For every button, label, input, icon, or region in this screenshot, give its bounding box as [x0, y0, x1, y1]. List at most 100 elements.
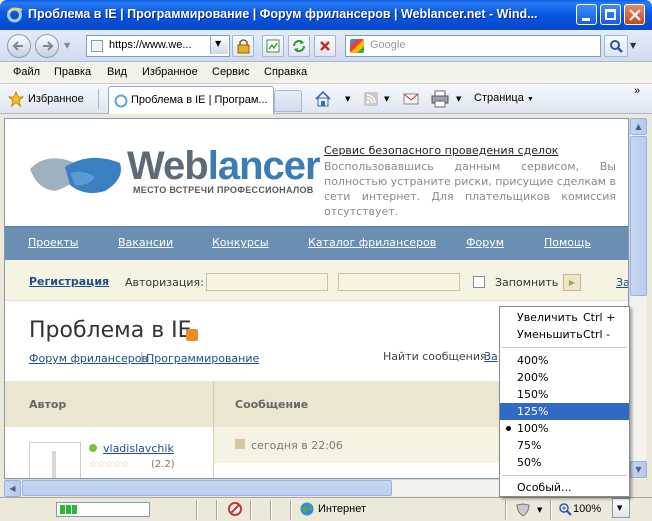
chevron-down-icon: ▼: [215, 39, 222, 48]
home-button[interactable]: [314, 90, 332, 111]
zoom-level-item-current[interactable]: 100%: [500, 420, 629, 437]
forgot-link[interactable]: За: [616, 276, 628, 289]
popup-blocked-icon[interactable]: [227, 501, 243, 517]
zoom-in-shortcut: Ctrl +: [583, 311, 616, 324]
page-icon: [91, 40, 103, 52]
scroll-up-button[interactable]: ▲: [630, 118, 647, 135]
new-tab-button[interactable]: [274, 90, 302, 112]
menu-help[interactable]: Справка: [264, 66, 307, 78]
mail-button[interactable]: [402, 91, 420, 110]
history-dropdown-icon[interactable]: ▼: [64, 41, 70, 50]
address-text[interactable]: https://www.we...: [109, 39, 192, 51]
logo-word-b: lancer: [207, 144, 321, 188]
tab-active[interactable]: Проблема в IE | Програм...: [108, 86, 274, 114]
nav-help[interactable]: Помощь: [544, 236, 591, 249]
tab-page-icon: [114, 94, 128, 108]
back-button[interactable]: [7, 34, 31, 58]
zoom-level-item[interactable]: 200%: [500, 369, 629, 386]
lock-icon: [237, 39, 250, 54]
remember-checkbox[interactable]: [473, 276, 485, 288]
address-bar[interactable]: https://www.we...: [86, 35, 230, 57]
status-divider: [196, 500, 198, 520]
window-title: Проблема в IE | Программирование | Форум…: [28, 7, 538, 21]
print-dropdown-icon[interactable]: ▼: [456, 95, 461, 103]
service-title-link[interactable]: Сервис безопасного проведения сделок: [324, 144, 558, 157]
status-divider: [250, 500, 252, 520]
mail-icon: [403, 93, 419, 105]
scroll-down-button[interactable]: ▼: [630, 461, 647, 478]
page-title: Проблема в IE: [29, 318, 192, 343]
find-messages-label: Найти сообщения:: [383, 350, 491, 363]
zoom-menu: Увеличить Ctrl + Уменьшить Ctrl - 400% 2…: [499, 306, 630, 497]
navigation-bar: ▼ https://www.we... ▼ Google ▼: [0, 30, 652, 62]
address-dropdown-button[interactable]: ▼: [210, 36, 228, 54]
author-name-link[interactable]: vladislavchik: [103, 442, 174, 455]
zoom-level-button[interactable]: 100%: [573, 503, 601, 515]
title-bar[interactable]: Проблема в IE | Программирование | Форум…: [0, 0, 652, 30]
find-messages-link[interactable]: За: [484, 350, 498, 363]
home-dropdown-icon[interactable]: ▼: [345, 95, 350, 103]
nav-vacancies[interactable]: Вакансии: [118, 236, 173, 249]
stop-button[interactable]: [314, 35, 336, 57]
printer-icon: [431, 90, 449, 108]
vertical-scroll-thumb[interactable]: [630, 136, 647, 296]
refresh-icon: [293, 40, 305, 52]
feeds-button[interactable]: [362, 90, 380, 111]
rating-stars: ☆☆☆☆☆: [89, 459, 130, 470]
menu-view[interactable]: Вид: [107, 66, 127, 78]
nav-forum[interactable]: Форум: [466, 236, 504, 249]
zoom-dropdown-button[interactable]: ▼: [612, 498, 630, 518]
maximize-button[interactable]: [600, 4, 621, 25]
toolbar-overflow-chevron[interactable]: »: [634, 85, 640, 97]
minimize-button[interactable]: [576, 4, 597, 25]
close-icon: [629, 9, 641, 21]
password-input[interactable]: [338, 273, 460, 291]
zoom-custom-item[interactable]: Особый...: [500, 479, 629, 496]
zoom-in-item[interactable]: Увеличить Ctrl +: [500, 309, 629, 326]
status-divider: [505, 500, 507, 520]
protected-mode-button[interactable]: ▼: [515, 503, 542, 520]
forward-button[interactable]: [35, 34, 59, 58]
logo-tagline: МЕСТО ВСТРЕЧИ ПРОФЕССИОНАЛОВ: [133, 185, 314, 195]
zoom-level-item-highlighted[interactable]: 125%: [500, 403, 629, 420]
horizontal-scroll-thumb[interactable]: [22, 480, 392, 496]
menu-favorites[interactable]: Избранное: [142, 66, 198, 78]
page-menu[interactable]: Страница ▼: [474, 92, 534, 104]
menu-edit[interactable]: Правка: [54, 66, 91, 78]
forward-arrow-icon: [43, 41, 54, 51]
zoom-icon: [559, 503, 572, 516]
close-button[interactable]: [624, 4, 645, 25]
login-submit-button[interactable]: ▶: [563, 274, 581, 291]
progress-bar: [56, 502, 150, 517]
menu-file[interactable]: Файл: [13, 66, 40, 78]
rss-feed-icon[interactable]: [186, 329, 198, 341]
search-icon: [610, 40, 623, 53]
zoom-level-item[interactable]: 150%: [500, 386, 629, 403]
search-button[interactable]: [604, 35, 628, 57]
search-input[interactable]: Google: [370, 39, 405, 51]
message-link-icon[interactable]: [235, 439, 245, 449]
compatibility-button[interactable]: [262, 35, 284, 57]
column-author: Автор: [29, 398, 67, 411]
refresh-button[interactable]: [288, 35, 310, 57]
zoom-out-item[interactable]: Уменьшить Ctrl -: [500, 326, 629, 343]
feeds-dropdown-icon[interactable]: ▼: [384, 95, 389, 103]
zoom-level-item[interactable]: 75%: [500, 437, 629, 454]
scroll-left-button[interactable]: ◀: [4, 480, 21, 497]
zoom-level-item[interactable]: 50%: [500, 454, 629, 471]
menu-separator: [502, 475, 627, 476]
nav-contests[interactable]: Конкурсы: [212, 236, 269, 249]
menu-tools[interactable]: Сервис: [212, 66, 250, 78]
register-link[interactable]: Регистрация: [29, 275, 109, 288]
security-lock-button[interactable]: [232, 35, 254, 57]
breadcrumb-forum[interactable]: Форум фрилансеров: [29, 352, 148, 365]
vertical-scrollbar[interactable]: ▲ ▼: [629, 118, 647, 479]
status-divider: [290, 500, 292, 520]
print-button[interactable]: [430, 90, 450, 111]
zoom-level-item[interactable]: 400%: [500, 352, 629, 369]
login-input[interactable]: [206, 273, 328, 291]
search-options-icon[interactable]: ▼: [630, 41, 636, 50]
nav-projects[interactable]: Проекты: [28, 236, 79, 249]
nav-freelancer-catalog[interactable]: Каталог фрилансеров: [308, 236, 436, 249]
breadcrumb-programming[interactable]: Программирование: [146, 352, 259, 365]
